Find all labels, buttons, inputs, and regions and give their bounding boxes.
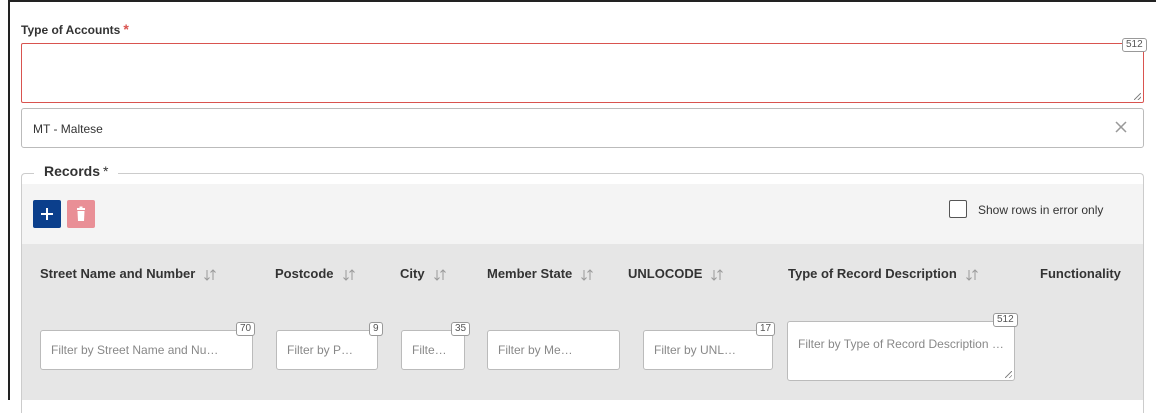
sort-icon[interactable] (342, 268, 356, 282)
sort-icon[interactable] (710, 268, 724, 282)
required-asterisk: * (103, 163, 109, 179)
sort-icon[interactable] (203, 268, 217, 282)
filter-street-input[interactable]: Filter by Street Name and Nu… (40, 330, 253, 370)
sort-icon[interactable] (580, 268, 594, 282)
column-header-postcode-label: Postcode (275, 266, 334, 281)
filter-unlocode-counter: 17 (756, 322, 776, 336)
column-header-unlocode[interactable]: UNLOCODE (628, 266, 724, 282)
filter-city-input[interactable]: Filte… (401, 330, 465, 370)
column-header-member-state[interactable]: Member State (487, 266, 594, 282)
column-header-street-label: Street Name and Number (40, 266, 196, 281)
resize-handle-icon[interactable] (1005, 371, 1012, 378)
column-header-city[interactable]: City (400, 266, 447, 282)
resize-handle-icon[interactable] (1134, 93, 1141, 100)
records-legend-text: Records (44, 163, 101, 179)
filter-type-of-record-description-textarea[interactable]: Filter by Type of Record Description … (787, 321, 1015, 381)
records-legend: Records * (34, 163, 119, 179)
filter-postcode-counter: 9 (369, 322, 383, 336)
column-header-city-label: City (400, 266, 425, 281)
column-header-functionality: Functionality (1040, 266, 1121, 281)
language-select[interactable]: MT - Maltese (21, 108, 1144, 148)
filter-postcode-input[interactable]: Filter by P… (276, 330, 378, 370)
column-header-unlocode-label: UNLOCODE (628, 266, 703, 281)
records-toolbar (22, 184, 1143, 244)
filter-member-state-input[interactable]: Filter by Me… (487, 330, 620, 370)
filter-unlocode-input[interactable]: Filter by UNL… (643, 330, 773, 370)
add-row-button[interactable] (33, 200, 61, 228)
filter-type-of-record-description-counter: 512 (993, 313, 1018, 327)
column-header-functionality-label: Functionality (1040, 266, 1121, 281)
plus-icon (41, 208, 53, 220)
column-header-street[interactable]: Street Name and Number (40, 266, 217, 282)
delete-row-button[interactable] (67, 200, 95, 228)
column-header-type-of-record-description[interactable]: Type of Record Description (788, 266, 979, 282)
filter-city-counter: 35 (451, 322, 471, 336)
sort-icon[interactable] (965, 268, 979, 282)
trash-icon (77, 206, 85, 221)
language-select-value: MT - Maltese (33, 122, 103, 136)
show-errors-checkbox[interactable] (949, 200, 967, 218)
filter-type-of-record-description-placeholder: Filter by Type of Record Description … (798, 337, 1004, 351)
filter-street-counter: 70 (236, 322, 256, 336)
type-of-accounts-char-counter: 512 (1122, 38, 1147, 52)
column-header-postcode[interactable]: Postcode (275, 266, 356, 282)
close-icon[interactable] (1113, 119, 1129, 135)
column-header-member-state-label: Member State (487, 266, 573, 281)
type-of-accounts-textarea[interactable] (21, 43, 1144, 103)
sort-icon[interactable] (433, 268, 447, 282)
show-errors-label: Show rows in error only (978, 203, 1104, 217)
column-header-type-of-record-description-label: Type of Record Description (788, 266, 957, 281)
type-of-accounts-label: Type of Accounts * (21, 21, 129, 37)
type-of-accounts-label-text: Type of Accounts (21, 23, 121, 37)
required-asterisk: * (123, 21, 129, 37)
